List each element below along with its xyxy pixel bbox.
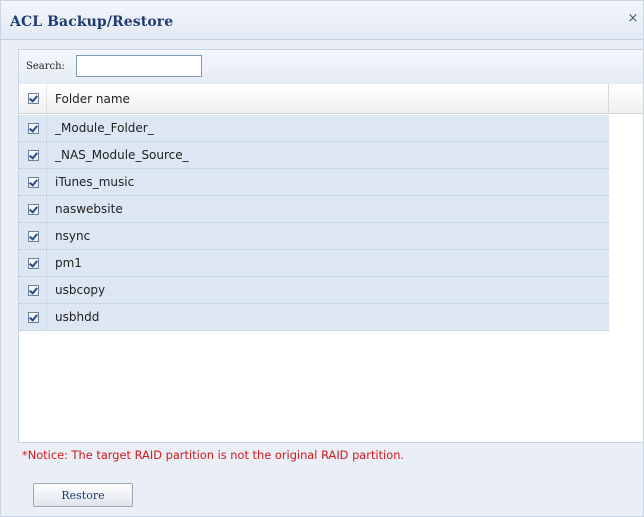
row-checkbox-cell: [19, 115, 47, 141]
restore-button[interactable]: Restore: [33, 483, 133, 507]
folder-checkbox[interactable]: [28, 123, 39, 134]
dialog-title: ACL Backup/Restore: [10, 14, 174, 30]
close-icon[interactable]: ×: [627, 11, 639, 27]
folder-name: pm1: [55, 256, 82, 270]
folder-checkbox[interactable]: [28, 177, 39, 188]
grid-header: Folder name: [19, 84, 609, 114]
folder-name: _NAS_Module_Source_: [55, 148, 189, 162]
row-checkbox-cell: [19, 250, 47, 276]
folder-row[interactable]: _NAS_Module_Source_: [19, 142, 609, 169]
folder-row[interactable]: usbcopy: [19, 277, 609, 304]
folder-checkbox[interactable]: [28, 285, 39, 296]
folder-row[interactable]: usbhdd: [19, 304, 609, 331]
folder-row[interactable]: naswebsite: [19, 196, 609, 223]
row-checkbox-cell: [19, 196, 47, 222]
raid-notice: *Notice: The target RAID partition is no…: [22, 448, 405, 462]
folder-checkbox[interactable]: [28, 258, 39, 269]
row-checkbox-cell: [19, 142, 47, 168]
row-checkbox-cell: [19, 304, 47, 330]
row-checkbox-cell: [19, 223, 47, 249]
folder-row[interactable]: iTunes_music: [19, 169, 609, 196]
dialog-titlebar[interactable]: ACL Backup/Restore ×: [1, 1, 643, 40]
folder-name: naswebsite: [55, 202, 123, 216]
folder-list: _Module_Folder_ _NAS_Module_Source_ iTunes…: [19, 115, 609, 331]
grid-header-filler: [609, 84, 643, 114]
folder-name: usbhdd: [55, 310, 100, 324]
search-toolbar: Search:: [19, 50, 643, 85]
search-input[interactable]: [76, 55, 202, 77]
folder-row[interactable]: _Module_Folder_: [19, 115, 609, 142]
select-all-checkbox[interactable]: [28, 93, 39, 104]
folder-row[interactable]: nsync: [19, 223, 609, 250]
folder-name: iTunes_music: [55, 175, 135, 189]
folder-row[interactable]: pm1: [19, 250, 609, 277]
folder-grid-panel: Search: Folder name _Module_Folder_ _NAS_…: [18, 49, 644, 443]
folder-checkbox[interactable]: [28, 204, 39, 215]
row-checkbox-cell: [19, 277, 47, 303]
folder-checkbox[interactable]: [28, 231, 39, 242]
folder-name: usbcopy: [55, 283, 106, 297]
folder-name: _Module_Folder_: [55, 121, 154, 135]
folder-name: nsync: [55, 229, 91, 243]
column-header-folder-name[interactable]: Folder name: [55, 92, 130, 106]
folder-checkbox[interactable]: [28, 150, 39, 161]
header-checkbox-cell: [19, 84, 47, 113]
folder-checkbox[interactable]: [28, 312, 39, 323]
search-label: Search:: [26, 61, 65, 72]
row-checkbox-cell: [19, 169, 47, 195]
acl-backup-restore-dialog: ACL Backup/Restore × Search: Folder name…: [0, 0, 644, 517]
